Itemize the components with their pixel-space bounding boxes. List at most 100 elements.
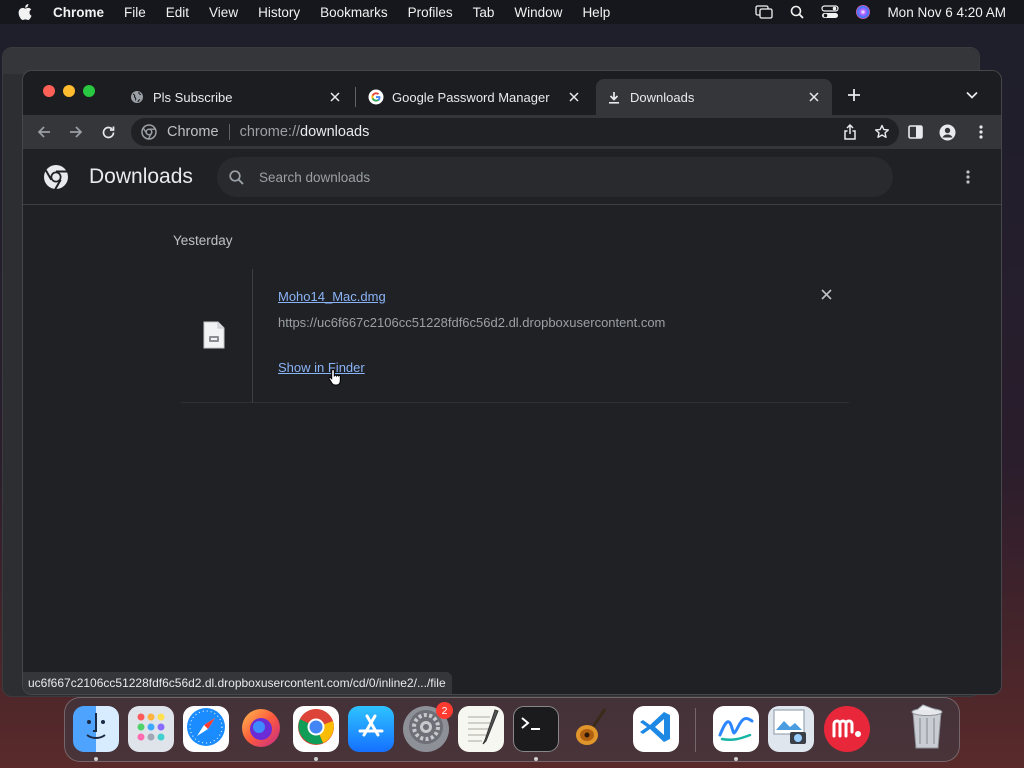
tab-strip: Pls Subscribe Google Password Manager Do… [23, 71, 1001, 115]
mercury-icon [829, 712, 865, 747]
tab-title: Pls Subscribe [153, 89, 233, 105]
dock-app-store[interactable] [348, 706, 394, 752]
control-center-icon[interactable] [821, 4, 840, 20]
spotlight-search-icon[interactable] [788, 4, 806, 20]
chrome-icon [296, 707, 336, 752]
launchpad-icon [133, 709, 169, 750]
tab-pls-subscribe[interactable]: Pls Subscribe [119, 79, 353, 115]
dock-garageband[interactable] [568, 706, 614, 752]
garageband-icon [569, 705, 613, 754]
dock: 2 [64, 697, 960, 762]
menu-bar: Chrome File Edit View History Bookmarks … [0, 0, 1024, 24]
terminal-icon [518, 712, 554, 747]
tab-downloads[interactable]: Downloads [596, 79, 832, 115]
google-icon [368, 89, 384, 105]
share-icon[interactable] [841, 123, 859, 141]
firefox-icon [239, 705, 283, 754]
download-item: Moho14_Mac.dmg https://uc6f667c2106cc512… [181, 269, 849, 403]
running-indicator [734, 757, 738, 761]
forward-arrow-icon[interactable] [67, 123, 85, 141]
dock-freeform[interactable] [713, 706, 759, 752]
finder-icon [76, 707, 116, 752]
chrome-site-icon[interactable] [141, 123, 159, 141]
tab-google-password-manager[interactable]: Google Password Manager [358, 79, 592, 115]
menu-profiles[interactable]: Profiles [408, 5, 453, 20]
downloads-more-actions-icon[interactable] [959, 168, 977, 186]
dock-terminal[interactable] [513, 706, 559, 752]
download-source-url: https://uc6f667c2106cc51228fdf6c56d2.dl.… [278, 315, 666, 330]
dock-system-settings[interactable]: 2 [403, 702, 453, 752]
chrome-logo-icon [43, 164, 69, 190]
menu-tab[interactable]: Tab [473, 5, 495, 20]
search-downloads-input[interactable] [259, 169, 859, 185]
side-panel-icon[interactable] [906, 123, 924, 141]
dock-textedit[interactable] [458, 706, 504, 752]
trash-icon [907, 703, 947, 755]
back-arrow-icon[interactable] [35, 123, 53, 141]
search-downloads-box[interactable] [217, 157, 893, 197]
dock-safari[interactable] [183, 706, 229, 752]
siri-icon[interactable] [854, 4, 872, 20]
dmg-file-icon [203, 321, 225, 349]
vscode-icon [638, 709, 674, 750]
menu-window[interactable]: Window [514, 5, 562, 20]
download-icon [606, 89, 622, 105]
tab-search-chevron-icon[interactable] [963, 86, 981, 104]
show-in-finder-link[interactable]: Show in Finder [278, 360, 365, 375]
download-file-name-link[interactable]: Moho14_Mac.dmg [278, 289, 386, 304]
chrome-menu-kebab-icon[interactable] [972, 123, 990, 141]
dock-mercury[interactable] [824, 706, 870, 752]
tab-close-icon[interactable] [327, 89, 343, 105]
running-indicator [94, 757, 98, 761]
preview-icon [770, 706, 812, 753]
dock-chrome[interactable] [293, 706, 339, 752]
address-bar[interactable]: Chrome chrome:// downloads [131, 118, 899, 146]
bookmark-star-icon[interactable] [873, 123, 891, 141]
tab-close-icon[interactable] [806, 89, 822, 105]
download-file-icon-column [181, 269, 253, 403]
omnibox-divider [228, 124, 230, 140]
chrome-window: Pls Subscribe Google Password Manager Do… [22, 70, 1002, 695]
dock-finder[interactable] [73, 706, 119, 752]
freeform-icon [716, 707, 756, 752]
dock-trash[interactable] [904, 703, 950, 755]
menu-history[interactable]: History [258, 5, 300, 20]
page-title: Downloads [89, 165, 193, 188]
notification-badge: 2 [436, 702, 453, 719]
hand-pointer-cursor-icon [328, 368, 342, 386]
menu-edit[interactable]: Edit [166, 5, 189, 20]
textedit-icon [461, 707, 501, 752]
menu-app-name[interactable]: Chrome [53, 5, 104, 20]
menu-file[interactable]: File [124, 5, 146, 20]
menu-view[interactable]: View [209, 5, 238, 20]
reload-icon[interactable] [99, 123, 117, 141]
window-controls [43, 85, 95, 97]
dock-firefox[interactable] [238, 706, 284, 752]
downloads-page: Downloads Yesterday Moho14_Mac.dmg https… [23, 149, 1001, 694]
window-zoom-button[interactable] [83, 85, 95, 97]
window-minimize-button[interactable] [63, 85, 75, 97]
dock-launchpad[interactable] [128, 706, 174, 752]
tab-title: Downloads [630, 89, 695, 105]
dock-vscode[interactable] [633, 706, 679, 752]
tab-close-icon[interactable] [566, 89, 582, 105]
screen-mirroring-icon[interactable] [755, 4, 774, 20]
dock-preview[interactable] [768, 706, 814, 752]
window-close-button[interactable] [43, 85, 55, 97]
profile-avatar-icon[interactable] [938, 123, 956, 141]
omnibox-chip-label: Chrome [167, 124, 219, 140]
new-tab-plus-icon[interactable] [844, 85, 864, 105]
omnibox-url-host: downloads [300, 124, 370, 140]
date-section-heading: Yesterday [173, 233, 233, 248]
tab-title: Google Password Manager [392, 89, 550, 105]
apple-menu-icon[interactable] [18, 4, 40, 20]
remove-download-close-icon[interactable] [819, 287, 833, 301]
browser-toolbar: Chrome chrome:// downloads [23, 115, 1001, 149]
menu-help[interactable]: Help [582, 5, 610, 20]
globe-icon [129, 89, 145, 105]
menu-bookmarks[interactable]: Bookmarks [320, 5, 388, 20]
menubar-clock[interactable]: Mon Nov 6 4:20 AM [887, 5, 1006, 20]
search-icon [227, 168, 245, 186]
status-link-url: uc6f667c2106cc51228fdf6c56d2.dl.dropboxu… [28, 676, 446, 690]
running-indicator [534, 757, 538, 761]
